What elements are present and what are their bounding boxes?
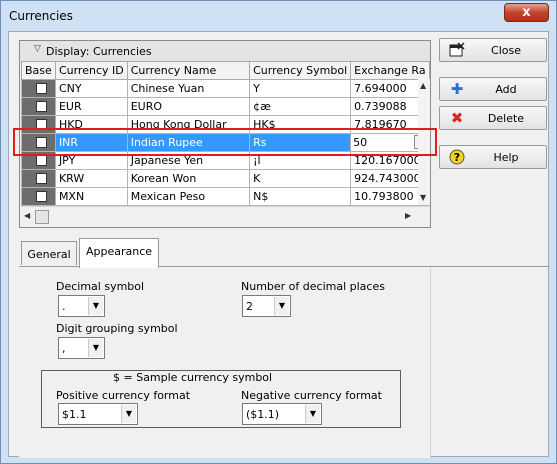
currency-symbol-cell[interactable]: Y [249, 79, 352, 98]
negative-format-label: Negative currency format [241, 389, 382, 402]
table-row[interactable]: EUR EURO ¢æ 0.739088 [21, 97, 430, 116]
plus-icon: ✚ [450, 80, 464, 98]
currency-id-cell[interactable]: MXN [54, 187, 128, 206]
decimal-symbol-select[interactable]: . ▼ [58, 295, 105, 317]
base-checkbox[interactable] [36, 191, 47, 202]
delete-button[interactable]: ✖ Delete [439, 106, 547, 130]
add-button[interactable]: ✚ Add [439, 77, 547, 101]
currency-symbol-cell[interactable]: N$ [249, 187, 352, 206]
digit-grouping-value: , [62, 342, 66, 355]
currency-symbol-cell[interactable]: ¢æ [249, 97, 352, 116]
column-header-exchange-rate[interactable]: Exchange Ra [350, 61, 430, 80]
help-button[interactable]: ? Help [439, 145, 547, 169]
decimal-places-value: 2 [246, 300, 253, 313]
scroll-down-arrow-icon[interactable]: ▼ [420, 193, 426, 202]
decimal-symbol-value: . [62, 300, 66, 313]
base-checkbox[interactable] [36, 83, 47, 94]
column-header-currency-name[interactable]: Currency Name [126, 61, 251, 80]
sample-currency-caption: $ = Sample currency symbol [113, 371, 273, 384]
tab-general[interactable]: General [21, 241, 77, 265]
table-row[interactable]: MXN Mexican Peso N$ 10.793800 [21, 187, 430, 206]
window-close-button[interactable]: x [504, 3, 549, 22]
base-checkbox[interactable] [36, 155, 47, 166]
digit-grouping-select[interactable]: , ▼ [58, 337, 105, 359]
chevron-down-icon[interactable]: ▼ [305, 405, 320, 423]
currency-name-cell[interactable]: Korean Won [126, 169, 251, 188]
delete-button-label: Delete [487, 112, 525, 125]
close-button-label: Close [491, 44, 521, 57]
decimal-places-select[interactable]: 2 ▼ [242, 295, 291, 317]
close-window-icon [449, 42, 465, 58]
help-question-icon: ? [449, 149, 465, 165]
horizontal-scrollbar[interactable]: ◀ ▶ [21, 206, 430, 226]
base-checkbox[interactable] [36, 101, 47, 112]
scroll-right-arrow-icon[interactable]: ▶ [405, 211, 411, 220]
currency-name-cell[interactable]: Chinese Yuan [126, 79, 251, 98]
add-button-label: Add [495, 83, 517, 96]
base-cell [21, 169, 56, 188]
close-button[interactable]: Close [439, 38, 547, 62]
title-bar: Currencies x [1, 1, 556, 31]
currency-id-cell[interactable]: EUR [54, 97, 128, 116]
table-row[interactable]: CNY Chinese Yuan Y 7.694000 [21, 79, 430, 98]
chevron-down-icon[interactable]: ▼ [121, 405, 136, 423]
chevron-down-icon[interactable]: ▼ [274, 297, 289, 315]
column-header-currency-id[interactable]: Currency ID [54, 61, 128, 80]
base-cell [21, 187, 56, 206]
currency-id-cell[interactable]: CNY [54, 79, 128, 98]
currency-name-cell[interactable]: EURO [126, 97, 251, 116]
decimal-places-label: Number of decimal places [241, 280, 385, 293]
currencies-dialog: Currencies x ▽ Display: Currencies Base … [0, 0, 557, 464]
column-header-currency-symbol[interactable]: Currency Symbol [249, 61, 352, 80]
table-header-row: Base Currency ID Currency Name Currency … [21, 61, 430, 80]
base-cell [21, 97, 56, 116]
base-checkbox[interactable] [36, 173, 47, 184]
horizontal-scroll-thumb[interactable] [35, 210, 49, 224]
currency-symbol-cell[interactable]: K [249, 169, 352, 188]
chevron-down-icon[interactable]: ▼ [88, 339, 103, 357]
currency-id-cell[interactable]: KRW [54, 169, 128, 188]
positive-format-value: $1.1 [62, 408, 87, 421]
collapse-arrow-icon[interactable]: ▽ [34, 44, 41, 54]
grid-caption-bar[interactable]: ▽ Display: Currencies [20, 41, 430, 61]
svg-text:?: ? [454, 151, 460, 164]
scroll-up-arrow-icon[interactable]: ▲ [420, 81, 426, 90]
scroll-left-arrow-icon[interactable]: ◀ [24, 211, 30, 220]
table-row[interactable]: KRW Korean Won K 924.743000 [21, 169, 430, 188]
positive-format-label: Positive currency format [56, 389, 191, 402]
positive-format-select[interactable]: $1.1 ▼ [58, 403, 138, 425]
grid-caption: Display: Currencies [46, 45, 152, 58]
chevron-down-icon[interactable]: ▼ [88, 297, 103, 315]
window-title: Currencies [9, 9, 73, 23]
digit-grouping-label: Digit grouping symbol [56, 322, 178, 335]
negative-format-value: ($1.1) [246, 408, 280, 421]
currency-name-cell[interactable]: Mexican Peso [126, 187, 251, 206]
base-cell [21, 79, 56, 98]
decimal-symbol-label: Decimal symbol [56, 280, 145, 293]
negative-format-select[interactable]: ($1.1) ▼ [242, 403, 322, 425]
selected-row-highlight-box [13, 128, 437, 156]
column-header-base[interactable]: Base [21, 61, 56, 80]
delete-x-icon: ✖ [450, 109, 464, 127]
tab-appearance[interactable]: Appearance [79, 238, 159, 268]
help-button-label: Help [493, 151, 519, 164]
